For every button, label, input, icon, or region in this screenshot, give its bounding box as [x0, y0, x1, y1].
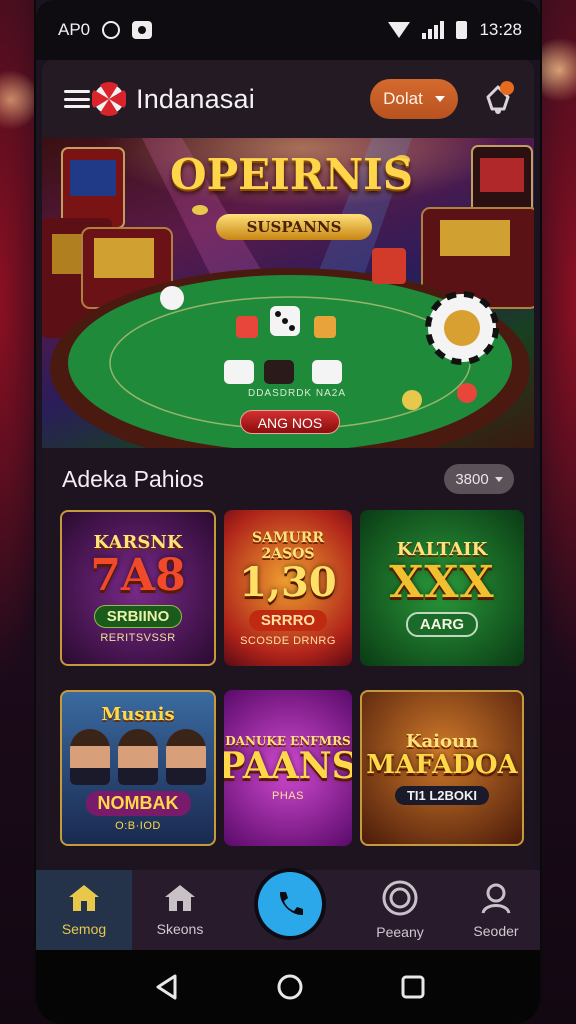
game-tile-name: SAMURR 2ASOS [252, 529, 324, 562]
game-tile-badge: AARG [405, 612, 479, 638]
nav-item-label: Peeany [376, 924, 424, 940]
home-icon [69, 885, 99, 911]
chevron-down-icon [494, 476, 503, 482]
hero-cta-button[interactable]: ANG NOS [240, 410, 340, 434]
clock: 13:28 [479, 20, 522, 39]
system-navigation-bar [36, 950, 540, 1024]
deposit-label: Dolat [383, 89, 423, 108]
recents-square-icon [401, 975, 425, 999]
nav-item-seoder[interactable]: Seoder [448, 870, 540, 950]
hero-table-text: DDASDRDK NA2A [247, 388, 347, 399]
house-icon [165, 885, 195, 911]
section-title: Adeka Pahios [62, 465, 204, 492]
game-tile-badge: SRBIINO [93, 605, 183, 629]
hero-subtitle: SUSPANNS [216, 214, 372, 240]
home-circle-icon [277, 974, 303, 1000]
back-triangle-icon [156, 974, 177, 1000]
nav-item-skeons[interactable]: Skeons [132, 870, 228, 950]
chip-icon [382, 880, 418, 916]
character-portrait [166, 729, 206, 785]
game-tile[interactable]: DANUKE ENFMRS PAANS PHAS [224, 690, 352, 846]
character-portrait [118, 729, 158, 785]
deposit-button[interactable]: Dolat [370, 79, 458, 119]
game-tile-badge: NOMBAK [85, 791, 191, 816]
wifi-icon [388, 22, 411, 38]
sync-icon [102, 21, 121, 39]
carrier-label: AP0 [58, 20, 91, 39]
game-tile-headline: XXX [389, 556, 495, 608]
game-tile[interactable]: KARSNK 7A8 SRBIINO RERITSVSSR [60, 510, 216, 666]
section-header: Adeka Pahios 3800 [42, 448, 534, 510]
status-bar: AP0 13:28 [36, 0, 540, 60]
nav-item-peeany[interactable]: Peeany [352, 870, 448, 950]
game-tile-headline: MAFADOA [366, 750, 518, 781]
phone-frame: AP0 13:28 Indanasai Dolat OPEIRNIS SUSPA… [34, 0, 542, 1024]
battery-icon [456, 21, 468, 39]
section-filter-value: 3800 [455, 470, 489, 488]
chevron-down-icon [434, 96, 445, 102]
menu-icon[interactable] [64, 90, 90, 108]
nav-item-label: Semog [61, 921, 107, 937]
person-icon [481, 883, 511, 914]
app-header: Indanasai Dolat [42, 60, 534, 138]
notification-button[interactable] [478, 79, 518, 119]
game-tile-footer: PHAS [272, 789, 304, 802]
game-tile[interactable]: Musnis NOMBAK O:B·IOD [60, 690, 216, 846]
app-title: Indanasai [136, 83, 255, 114]
game-tile-footer: O:B·IOD [115, 820, 161, 832]
bottom-navigation: Semog Skeons Peeany Seoder [36, 868, 540, 950]
logo-icon [92, 82, 126, 116]
game-tile[interactable]: SAMURR 2ASOS 1,30 SRRRO SCOSDE DRNRG [224, 510, 352, 666]
character-portrait [70, 729, 110, 785]
home-system-button[interactable] [275, 972, 305, 1002]
nav-item-home[interactable]: Semog [36, 870, 132, 950]
game-tile-footer: RERITSVSSR [100, 632, 176, 645]
app-notification-icon [132, 21, 153, 39]
game-tile[interactable]: KALTAIK XXX AARG [360, 510, 524, 666]
game-tile-footer: SCOSDE DRNRG [240, 634, 336, 647]
phone-icon [279, 892, 303, 916]
game-tile-name: Musnis [101, 704, 175, 725]
hero-banner[interactable]: OPEIRNIS SUSPANNS DDASDRDK NA2A ANG NOS [42, 138, 534, 448]
games-grid: KARSNK 7A8 SRBIINO RERITSVSSR SAMURR 2AS… [42, 510, 534, 870]
character-portraits [70, 729, 206, 785]
call-button[interactable] [254, 868, 326, 940]
notification-badge [500, 81, 514, 95]
nav-center [228, 868, 352, 950]
nav-item-label: Seoder [473, 923, 519, 939]
signal-icon [422, 21, 445, 39]
recents-button[interactable] [398, 972, 428, 1002]
hero-title: OPEIRNIS [170, 150, 414, 199]
game-tile[interactable]: Kaioun MAFADOA TI1 L2BOKI [360, 690, 524, 846]
game-tile-headline: 1,30 [239, 558, 337, 606]
game-tile-footer: TI1 L2BOKI [394, 785, 490, 805]
nav-item-label: Skeons [156, 921, 204, 937]
game-tile-headline: 7A8 [90, 549, 186, 601]
section-filter-dropdown[interactable]: 3800 [444, 464, 514, 494]
back-button[interactable] [152, 972, 182, 1002]
game-tile-headline: PAANS [224, 745, 352, 788]
game-tile-badge: SRRRO [248, 609, 328, 631]
